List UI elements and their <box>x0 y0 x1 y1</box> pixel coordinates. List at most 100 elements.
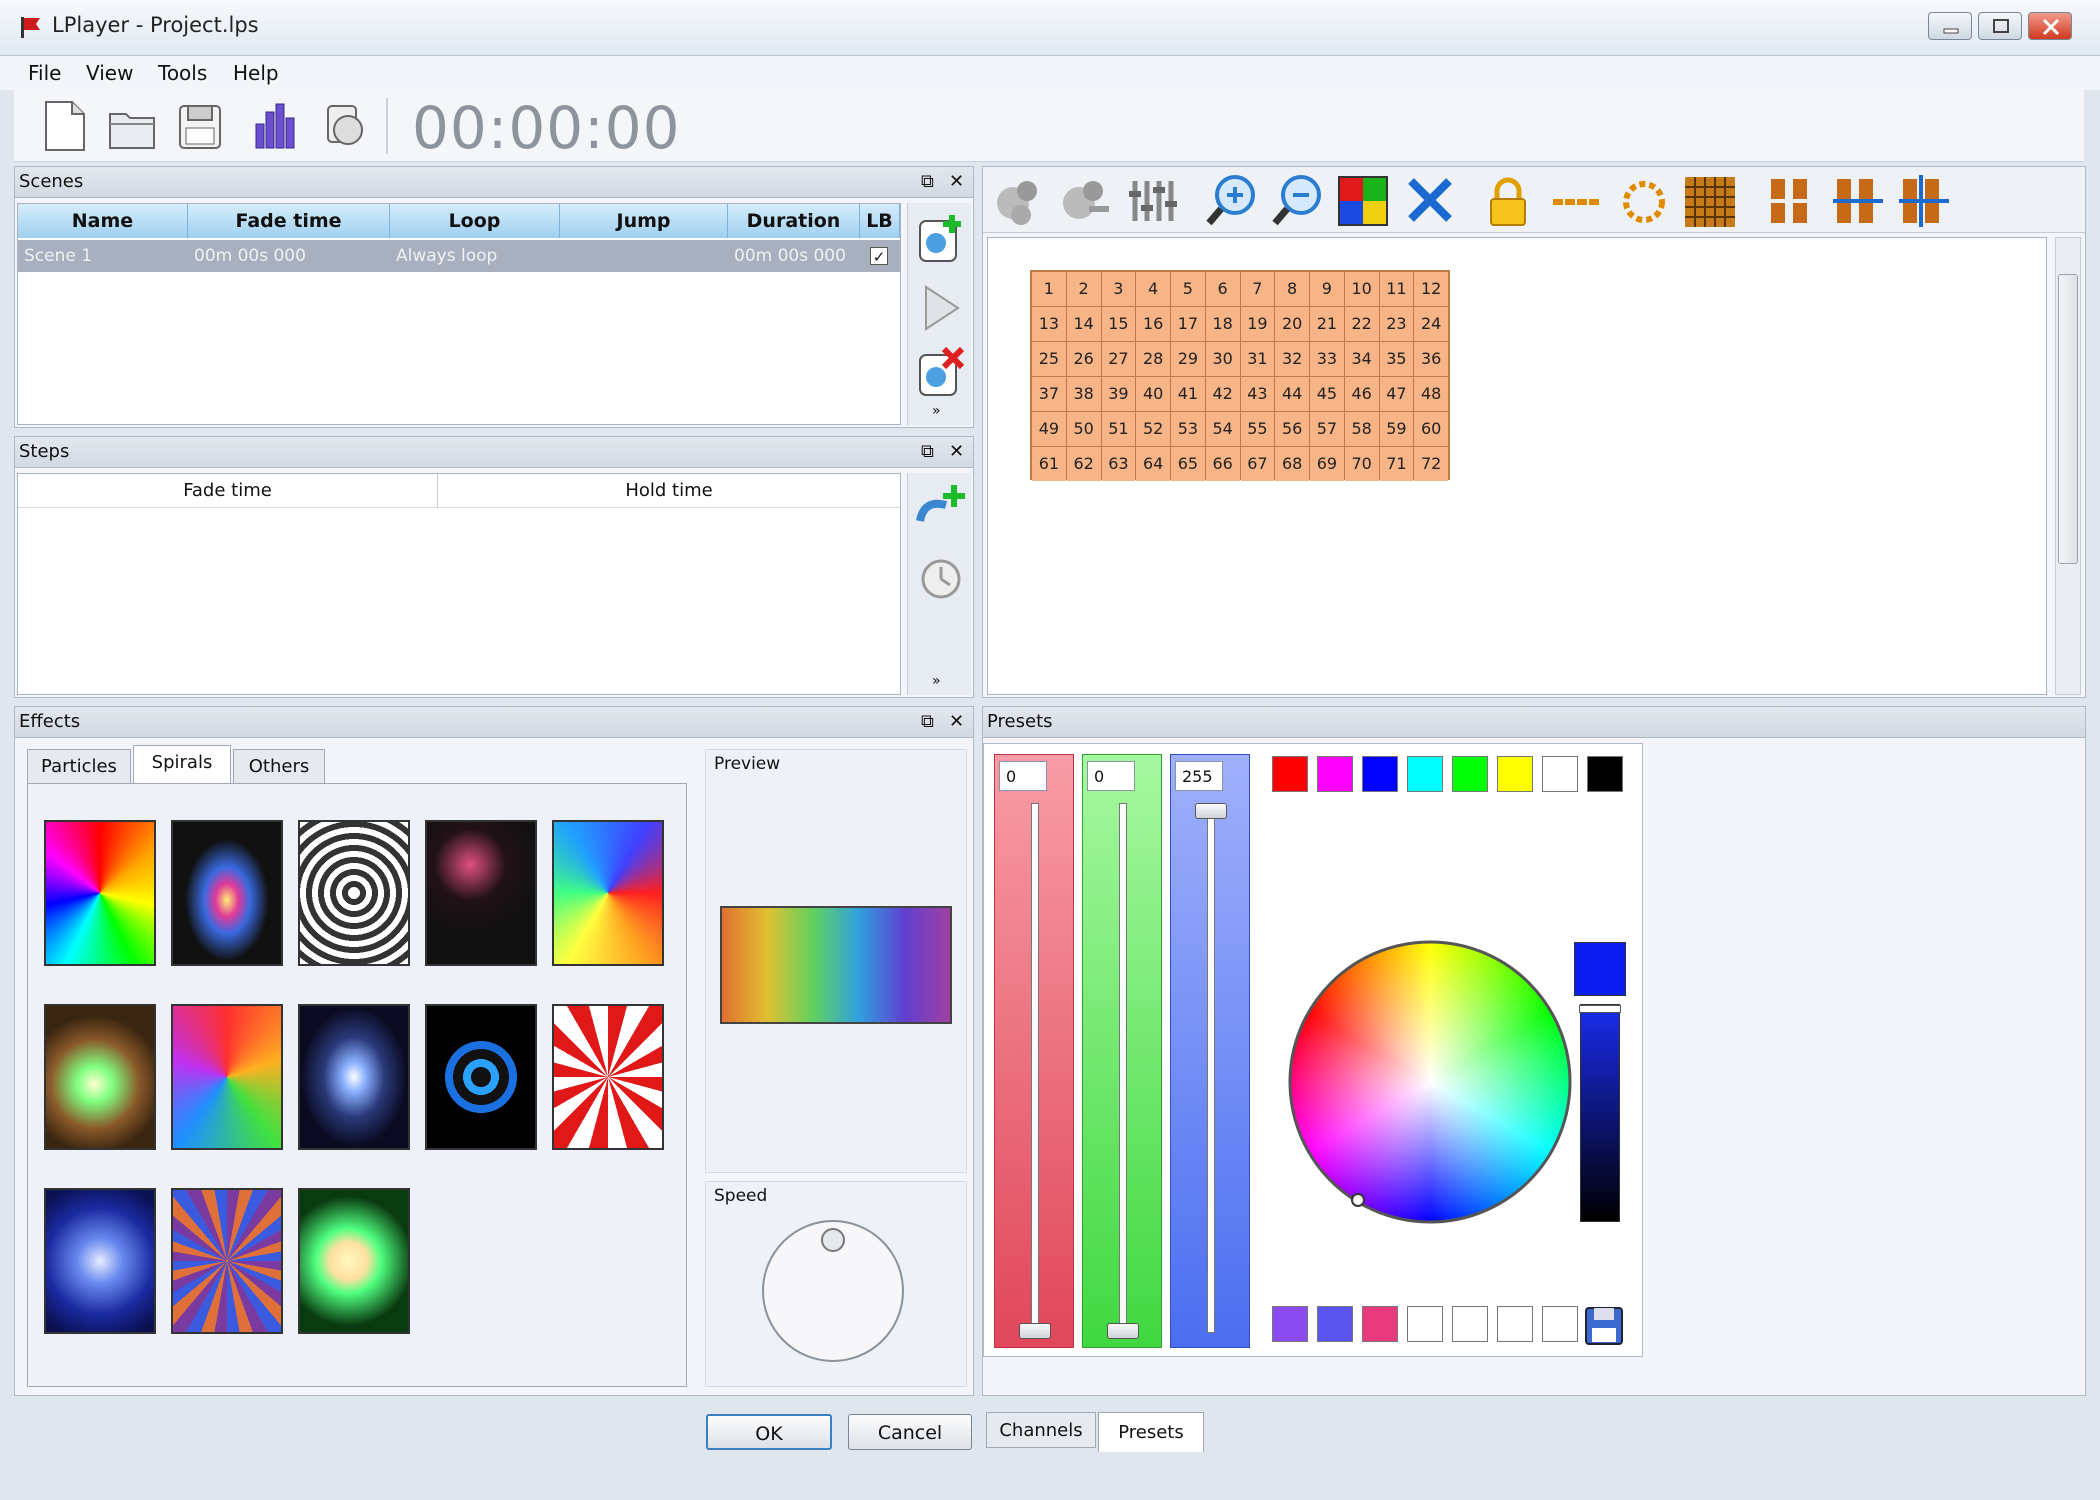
grid-cell[interactable]: 67 <box>1240 447 1275 481</box>
circle-shape-icon[interactable] <box>1615 175 1673 229</box>
layers-icon[interactable] <box>318 98 370 154</box>
timer-icon[interactable] <box>916 549 966 603</box>
zoom-in-icon[interactable] <box>1203 171 1261 229</box>
grid-cell[interactable]: 19 <box>1240 307 1275 341</box>
grid-cell[interactable]: 29 <box>1171 342 1205 376</box>
grid-cell[interactable]: 26 <box>1066 342 1101 376</box>
grid-cell[interactable]: 23 <box>1379 307 1414 341</box>
grid-cell[interactable]: 21 <box>1310 307 1344 341</box>
col-name[interactable]: Name <box>18 204 188 238</box>
grid-cell[interactable]: 54 <box>1205 412 1240 446</box>
effect-green-swirl[interactable] <box>298 1188 410 1334</box>
new-file-icon[interactable] <box>38 98 90 154</box>
color-swatch[interactable] <box>1272 756 1308 792</box>
color-swatch[interactable] <box>1272 1306 1308 1342</box>
menu-help[interactable]: Help <box>225 56 287 90</box>
tab-spirals[interactable]: Spirals <box>133 745 231 783</box>
align-center-icon[interactable] <box>1829 173 1887 229</box>
color-swatch[interactable] <box>1407 1306 1443 1342</box>
effect-bubble-spiral[interactable] <box>171 1004 283 1150</box>
effect-electric-spiral[interactable] <box>44 1188 156 1334</box>
zoom-out-icon[interactable] <box>1269 171 1327 229</box>
red-slider-thumb[interactable] <box>1019 1323 1051 1339</box>
grid-cell[interactable]: 63 <box>1101 447 1136 481</box>
equalizer-icon[interactable] <box>250 98 302 154</box>
grid-cell[interactable]: 53 <box>1171 412 1205 446</box>
float-icon[interactable]: ⧉ <box>921 171 934 192</box>
tab-presets[interactable]: Presets <box>1098 1412 1204 1452</box>
grid-cell[interactable]: 65 <box>1171 447 1205 481</box>
color-swatch[interactable] <box>1317 1306 1353 1342</box>
cancel-button[interactable]: Cancel <box>848 1414 972 1450</box>
tab-particles[interactable]: Particles <box>27 749 131 783</box>
grid-cell[interactable]: 9 <box>1310 272 1344 306</box>
grid-cell[interactable]: 47 <box>1379 377 1414 411</box>
grid-cell[interactable]: 38 <box>1066 377 1101 411</box>
brightness-bar[interactable] <box>1579 1004 1621 1222</box>
blue-slider-track[interactable] <box>1207 803 1215 1333</box>
lb-checkbox[interactable]: ✓ <box>870 247 888 266</box>
grid-cell[interactable]: 42 <box>1205 377 1240 411</box>
color-palette-icon[interactable] <box>1335 171 1393 229</box>
grid-cell[interactable]: 69 <box>1310 447 1344 481</box>
grid-cell[interactable]: 41 <box>1171 377 1205 411</box>
grid-cell[interactable]: 59 <box>1379 412 1414 446</box>
grid-cell[interactable]: 50 <box>1066 412 1101 446</box>
col-jump[interactable]: Jump <box>560 204 728 238</box>
minimize-button[interactable] <box>1928 12 1972 40</box>
add-scene-icon[interactable] <box>916 211 966 265</box>
col-fade-time[interactable]: Fade time <box>188 204 390 238</box>
menu-file[interactable]: File <box>20 56 69 90</box>
grid-cell[interactable]: 51 <box>1101 412 1136 446</box>
vertical-scrollbar[interactable] <box>2055 237 2081 695</box>
speed-knob-icon[interactable] <box>760 1218 906 1364</box>
save-icon[interactable] <box>174 98 226 154</box>
grid-cell[interactable]: 44 <box>1275 377 1309 411</box>
grid-cell[interactable]: 66 <box>1205 447 1240 481</box>
effect-candy-swirl[interactable] <box>552 1004 664 1150</box>
grid-cell[interactable]: 33 <box>1310 342 1344 376</box>
save-preset-icon[interactable] <box>1584 1306 1624 1346</box>
grid-cell[interactable]: 12 <box>1414 272 1448 306</box>
more-chevron-icon[interactable]: » <box>932 673 941 689</box>
grid-cell[interactable]: 64 <box>1136 447 1170 481</box>
effect-psychedelic-spiral[interactable] <box>171 1188 283 1334</box>
effect-smoke-spiral[interactable] <box>425 820 537 966</box>
blue-value-input[interactable]: 255 <box>1175 761 1223 791</box>
open-folder-icon[interactable] <box>106 98 158 154</box>
float-icon[interactable]: ⧉ <box>921 441 934 462</box>
grid-cell[interactable]: 40 <box>1136 377 1170 411</box>
grid-cell[interactable]: 11 <box>1379 272 1414 306</box>
close-icon[interactable]: ✕ <box>949 171 964 192</box>
grid-cell[interactable]: 68 <box>1275 447 1309 481</box>
color-swatch[interactable] <box>1587 756 1623 792</box>
effect-rainbow-spiral[interactable] <box>44 820 156 966</box>
color-swatch[interactable] <box>1452 756 1488 792</box>
color-swatch[interactable] <box>1362 1306 1398 1342</box>
grid-cell[interactable]: 25 <box>1032 342 1066 376</box>
effect-blue-spiral[interactable] <box>425 1004 537 1150</box>
grid-cell[interactable]: 46 <box>1344 377 1379 411</box>
grid-cell[interactable]: 18 <box>1205 307 1240 341</box>
effect-color-swirl[interactable] <box>552 820 664 966</box>
grid-cell[interactable]: 10 <box>1344 272 1379 306</box>
scrollbar-thumb[interactable] <box>2058 274 2078 564</box>
grid-cell[interactable]: 3 <box>1101 272 1136 306</box>
grid-cell[interactable]: 2 <box>1066 272 1101 306</box>
col-duration[interactable]: Duration <box>728 204 860 238</box>
grid-cell[interactable]: 56 <box>1275 412 1309 446</box>
add-step-icon[interactable] <box>914 481 968 533</box>
col-step-hold[interactable]: Hold time <box>438 474 900 508</box>
grid-cell[interactable]: 6 <box>1205 272 1240 306</box>
grid-cell[interactable]: 32 <box>1275 342 1309 376</box>
effect-bw-spiral[interactable] <box>298 820 410 966</box>
table-row[interactable]: Scene 1 00m 00s 000 Always loop 00m 00s … <box>18 240 900 272</box>
grid-cell[interactable]: 13 <box>1032 307 1066 341</box>
color-swatch[interactable] <box>1542 1306 1578 1342</box>
grid-cell[interactable]: 43 <box>1240 377 1275 411</box>
color-swatch[interactable] <box>1317 756 1353 792</box>
grid-cell[interactable]: 31 <box>1240 342 1275 376</box>
grid-cell[interactable]: 49 <box>1032 412 1066 446</box>
mixer-icon[interactable] <box>1123 171 1181 229</box>
distribute-icon[interactable] <box>1895 173 1953 229</box>
